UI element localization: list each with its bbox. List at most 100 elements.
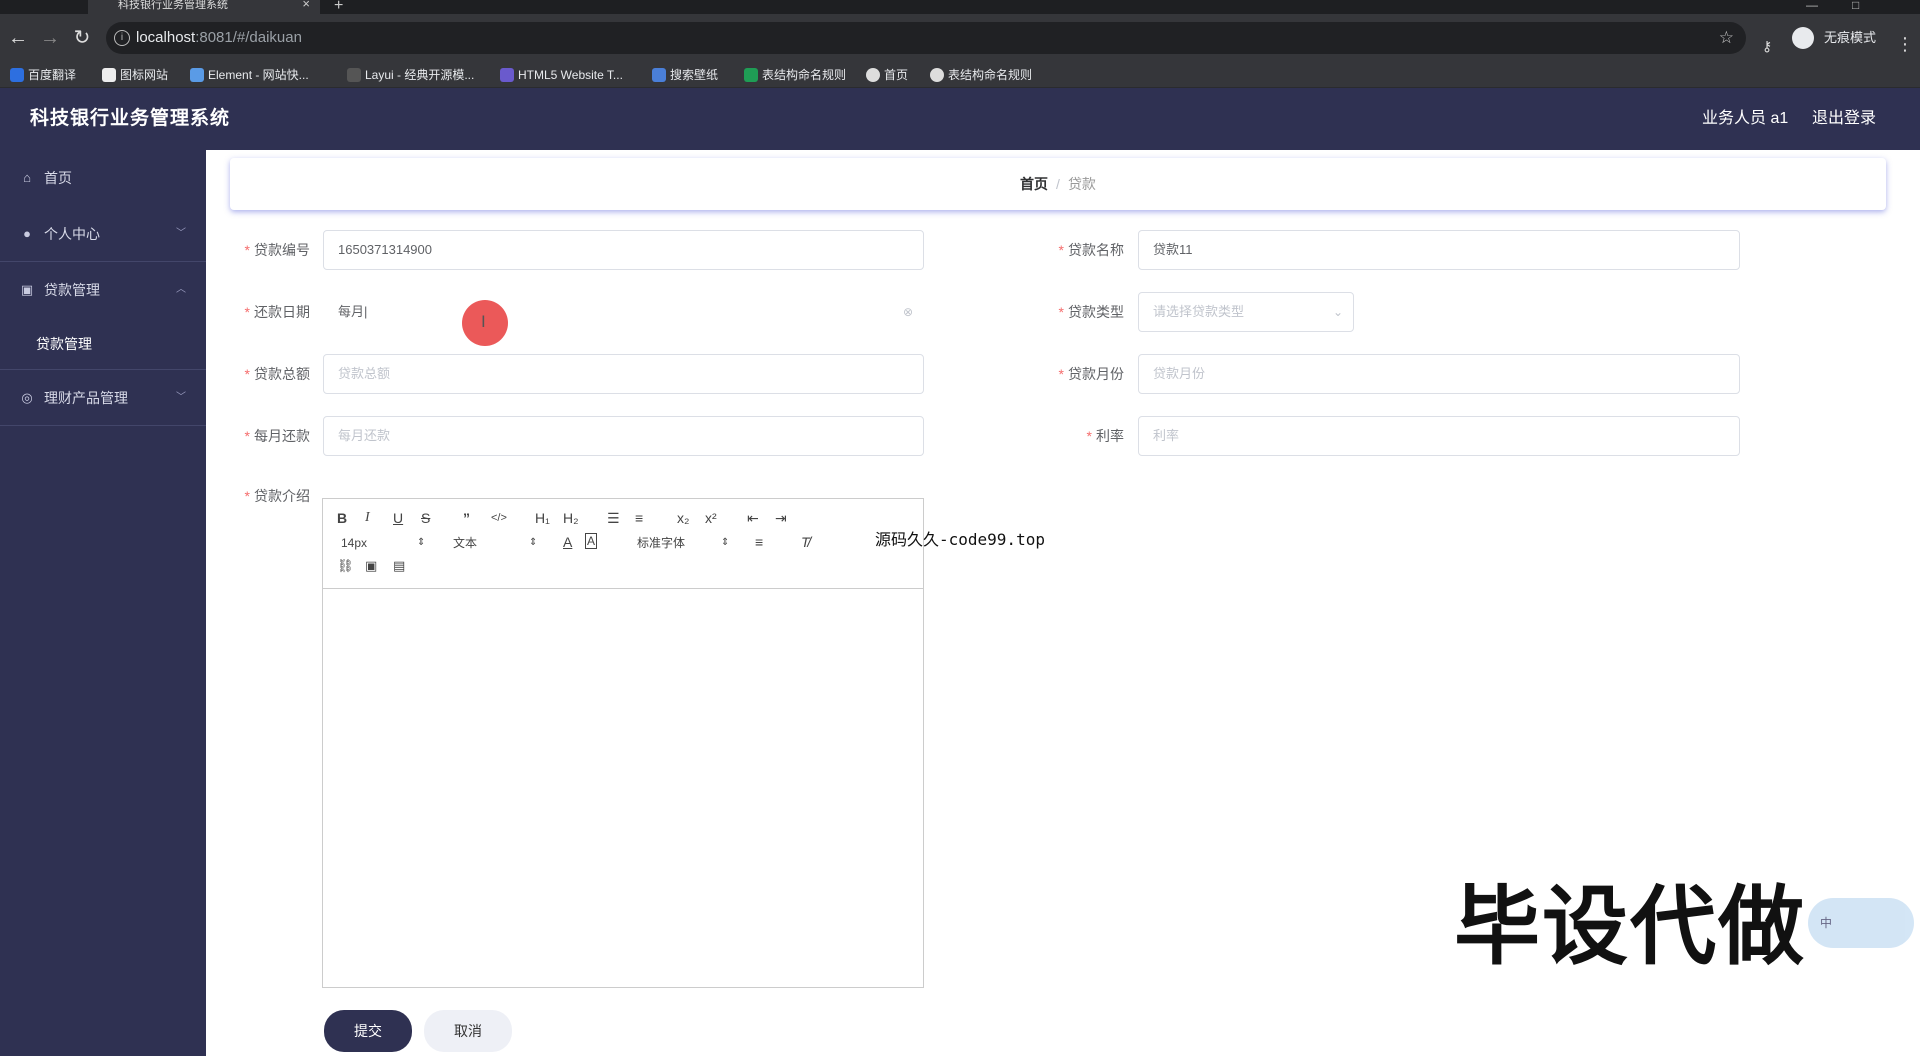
bookmark-item[interactable]: 表结构命名规则	[928, 62, 1032, 88]
loan-type-select[interactable]: 请选择贷款类型 ⌄	[1138, 292, 1354, 332]
bookmark-item[interactable]: 表结构命名规则	[742, 62, 846, 88]
loan-no-label: * 贷款编号	[244, 242, 310, 258]
app-title: 科技银行业务管理系统	[30, 108, 231, 129]
blockquote-icon[interactable]: ”	[463, 509, 470, 527]
rich-text-editor[interactable]: B I U S ” </> H₁ H₂ ☰ ≡ x₂ x² ⇤ ⇥ 14px ⇕ …	[322, 498, 924, 988]
tab-title: 科技银行业务管理系统	[118, 0, 228, 11]
sidebar-item-wealth-products[interactable]: ◎ 理财产品管理 ﹀	[0, 370, 206, 426]
rate-input[interactable]: 利率	[1138, 416, 1740, 456]
bookmark-item[interactable]: Element - 网站快...	[188, 62, 309, 88]
loan-icon: ▣	[20, 282, 34, 297]
bookmark-item[interactable]: 图标网站	[100, 62, 168, 88]
loan-total-label: * 贷款总额	[244, 366, 310, 382]
submit-button[interactable]: 提交	[324, 1010, 412, 1052]
sidebar-item-loan-management[interactable]: ▣ 贷款管理 ︿	[0, 262, 206, 318]
bookmark-item[interactable]: Layui - 经典开源模...	[345, 62, 474, 88]
banner-text: 毕设代做	[1454, 877, 1806, 977]
close-tab-icon[interactable]: ×	[302, 0, 310, 10]
loan-no-input[interactable]: 1650371314900	[323, 230, 924, 270]
bookmark-item[interactable]: 首页	[864, 62, 908, 88]
url-field[interactable]: i localhost:8081/#/daikuan ☆	[106, 22, 1746, 54]
chevron-down-icon: ﹀	[176, 228, 186, 239]
loan-name-input[interactable]: 贷款11	[1138, 230, 1740, 270]
browser-tab[interactable]: 科技银行业务管理系统 ×	[88, 0, 320, 14]
bold-icon[interactable]: B	[337, 509, 347, 527]
loan-months-input[interactable]: 贷款月份	[1138, 354, 1740, 394]
incognito-label: 无痕模式	[1824, 30, 1877, 45]
repay-date-input[interactable]: 每月| ⊗	[323, 292, 924, 332]
sidebar-subitem-loan-management[interactable]: 贷款管理	[0, 318, 206, 370]
video-icon[interactable]: ▤	[393, 557, 405, 575]
align-icon[interactable]: ≡	[755, 533, 763, 551]
ime-indicator[interactable]: 中	[1808, 898, 1914, 948]
indent-icon[interactable]: ⇥	[775, 509, 787, 527]
bullet-list-icon[interactable]: ≡	[635, 509, 643, 527]
underline-icon[interactable]: U	[393, 509, 403, 527]
strike-icon[interactable]: S	[421, 509, 430, 527]
click-indicator: I	[462, 300, 508, 346]
clear-format-icon[interactable]: T̸	[801, 533, 810, 551]
globe-icon	[866, 68, 880, 82]
heading1-icon[interactable]: H₁	[535, 509, 550, 527]
font-size-select[interactable]: 14px ⇕	[341, 534, 427, 552]
forward-icon[interactable]: →	[38, 26, 62, 50]
wallpaper-icon	[652, 68, 666, 82]
reload-icon[interactable]: ↻	[70, 26, 94, 50]
breadcrumb-home[interactable]: 首页	[1020, 176, 1048, 192]
bookmark-item[interactable]: HTML5 Website T...	[498, 62, 623, 88]
sidebar-item-home[interactable]: ⌂ 首页	[0, 150, 206, 206]
url-path: :8081/#/daikuan	[195, 29, 302, 46]
select-arrow-icon: ⇕	[529, 537, 538, 548]
superscript-icon[interactable]: x²	[705, 509, 717, 527]
sidebar: ⌂ 首页 ● 个人中心 ﹀ ▣ 贷款管理 ︿ 贷款管理 ◎ 理财产品管理 ﹀	[0, 150, 206, 1056]
back-icon[interactable]: ←	[6, 26, 30, 50]
sidebar-item-profile[interactable]: ● 个人中心 ﹀	[0, 206, 206, 262]
translate-icon	[10, 68, 24, 82]
loan-name-label: * 贷款名称	[1058, 242, 1124, 258]
editor-content-area[interactable]	[323, 589, 923, 987]
text-style-select[interactable]: 文本 ⇕	[453, 534, 539, 552]
italic-icon[interactable]: I	[365, 509, 370, 527]
bookmark-item[interactable]: 搜索壁纸	[650, 62, 718, 88]
maximize-icon[interactable]: □	[1852, 0, 1859, 12]
current-user: 业务人员 a1	[1702, 110, 1789, 127]
home-icon: ⌂	[23, 170, 31, 185]
breadcrumb-current: 贷款	[1067, 176, 1096, 192]
code-block-icon[interactable]: </>	[491, 509, 507, 527]
chevron-up-icon: ︿	[176, 284, 186, 295]
repay-date-label: * 还款日期	[244, 304, 310, 320]
outdent-icon[interactable]: ⇤	[747, 509, 759, 527]
logout-link[interactable]: 退出登录	[1812, 88, 1876, 150]
editor-toolbar: B I U S ” </> H₁ H₂ ☰ ≡ x₂ x² ⇤ ⇥ 14px ⇕ …	[323, 499, 923, 589]
bookmark-star-icon[interactable]: ☆	[1719, 22, 1734, 54]
loan-total-input[interactable]: 贷款总额	[323, 354, 924, 394]
bookmark-item[interactable]: 百度翻译	[8, 62, 76, 88]
sheet-icon	[744, 68, 758, 82]
cancel-button[interactable]: 取消	[424, 1010, 512, 1052]
subscript-icon[interactable]: x₂	[677, 509, 689, 527]
browser-menu-icon[interactable]: ⋮	[1896, 34, 1914, 55]
heading2-icon[interactable]: H₂	[563, 509, 579, 527]
select-arrow-icon: ⇕	[721, 537, 730, 548]
clear-icon[interactable]: ⊗	[903, 293, 913, 331]
background-color-icon[interactable]: A	[585, 533, 598, 549]
browser-tabstrip: 科技银行业务管理系统 × + — □	[0, 0, 1920, 14]
image-icon[interactable]: ▣	[365, 557, 377, 575]
font-family-select[interactable]: 标准字体 ⇕	[637, 534, 731, 552]
new-tab-icon[interactable]: +	[334, 0, 343, 15]
font-color-icon[interactable]: A	[563, 533, 572, 551]
address-bar-row: ← → ↻ i localhost:8081/#/daikuan ☆ ⚷ 无痕模…	[0, 14, 1920, 62]
monthly-repay-input[interactable]: 每月还款	[323, 416, 924, 456]
key-icon[interactable]: ⚷	[1762, 38, 1772, 55]
intro-label: * 贷款介绍	[244, 488, 310, 504]
html5-icon	[500, 68, 514, 82]
breadcrumb: 首页 / 贷款	[230, 158, 1886, 210]
info-icon[interactable]: i	[114, 30, 130, 46]
incognito-indicator[interactable]: 无痕模式	[1790, 24, 1876, 52]
link-icon[interactable]: ⛓	[337, 557, 354, 575]
source-overlay-text: 源码久久-code99.top	[875, 530, 1045, 549]
minimize-icon[interactable]: —	[1806, 0, 1818, 12]
select-arrow-icon: ⇕	[417, 537, 426, 548]
app-header: 科技银行业务管理系统 业务人员 a1 退出登录	[0, 88, 1920, 150]
ordered-list-icon[interactable]: ☰	[607, 509, 620, 527]
